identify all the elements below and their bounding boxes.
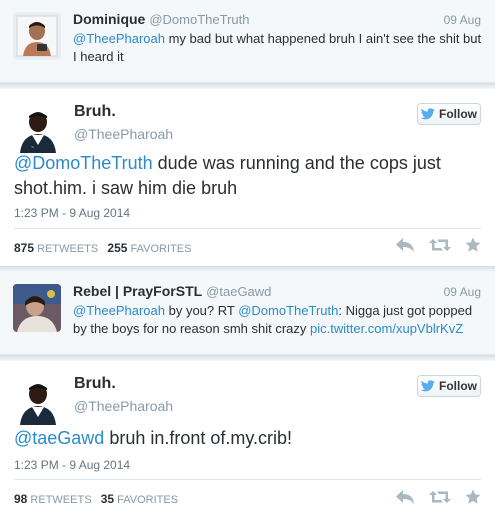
author-handle[interactable]: @DomoTheTruth	[149, 12, 249, 27]
avatar[interactable]	[13, 284, 61, 332]
author-handle[interactable]: @taeGawd	[206, 284, 271, 299]
tweet-main-2: Bruh. @TheePharoah Follow @taeGawd bruh …	[0, 361, 495, 517]
mention-link[interactable]: @DomoTheTruth	[14, 153, 153, 173]
retweet-count[interactable]: 875 RETWEETS	[14, 241, 98, 255]
mention-link[interactable]: @TheePharoah	[73, 303, 165, 318]
author-name[interactable]: Dominique @DomoTheTruth	[73, 11, 249, 27]
tweet-stats: 875 RETWEETS 255 FAVORITES	[14, 241, 191, 255]
tweet-text: @TheePharoah my bad but what happened br…	[73, 31, 482, 64]
mention-link[interactable]: @taeGawd	[14, 428, 104, 448]
follow-label: Follow	[439, 379, 477, 393]
follow-button[interactable]: Follow	[417, 375, 481, 397]
follow-button[interactable]: Follow	[417, 103, 481, 125]
bird-icon	[421, 108, 435, 120]
divider	[14, 479, 481, 480]
retweet-count[interactable]: 98 RETWEETS	[14, 492, 92, 506]
follow-label: Follow	[439, 107, 477, 121]
tweet-timestamp[interactable]: 1:23 PM - 9 Aug 2014	[14, 206, 130, 220]
favorite-icon[interactable]	[465, 489, 481, 505]
tweet-text: @TheePharoah by you? RT @DomoTheTruth: N…	[73, 303, 473, 336]
tweet-date[interactable]: 09 Aug	[444, 285, 481, 299]
avatar[interactable]	[14, 377, 62, 425]
reply-icon[interactable]	[395, 489, 415, 505]
tweet-main-1: ~ Bruh. @TheePharoah Follow @DomoTheTrut…	[0, 89, 495, 266]
tweet-stats: 98 RETWEETS 35 FAVORITES	[14, 492, 178, 506]
tweet-compact-2[interactable]: Rebel | PrayForSTL @taeGawd 09 Aug @TheeP…	[0, 272, 495, 355]
author-name[interactable]: Rebel | PrayForSTL @taeGawd	[73, 283, 271, 299]
favorite-count[interactable]: 35 FAVORITES	[101, 492, 178, 506]
tweet-actions	[395, 237, 481, 253]
tweet-actions	[395, 489, 481, 505]
retweet-icon[interactable]	[429, 489, 451, 505]
divider	[14, 228, 481, 229]
avatar[interactable]: ~	[14, 105, 62, 153]
tweet-text: @DomoTheTruth dude was running and the c…	[14, 153, 441, 198]
mention-link[interactable]: @TheePharoah	[73, 31, 165, 46]
favorite-icon[interactable]	[465, 237, 481, 253]
avatar[interactable]	[13, 12, 61, 60]
tweet-compact-1[interactable]: Dominique @DomoTheTruth 09 Aug @TheePharo…	[0, 0, 495, 83]
author-name[interactable]: Bruh.	[74, 103, 116, 121]
author-handle[interactable]: @TheePharoah	[74, 398, 173, 414]
retweet-icon[interactable]	[429, 237, 451, 253]
mention-link[interactable]: @DomoTheTruth	[238, 303, 338, 318]
bird-icon	[421, 380, 435, 392]
tweet-date[interactable]: 09 Aug	[444, 13, 481, 27]
pic-link[interactable]: pic.twitter.com/xupVblrKvZ	[310, 321, 463, 336]
author-handle[interactable]: @TheePharoah	[74, 126, 173, 142]
author-name[interactable]: Bruh.	[74, 375, 116, 393]
tweet-text: @taeGawd bruh in.front of.my.crib!	[14, 428, 293, 448]
reply-icon[interactable]	[395, 237, 415, 253]
favorite-count[interactable]: 255 FAVORITES	[107, 241, 191, 255]
tweet-timestamp[interactable]: 1:23 PM - 9 Aug 2014	[14, 458, 130, 472]
